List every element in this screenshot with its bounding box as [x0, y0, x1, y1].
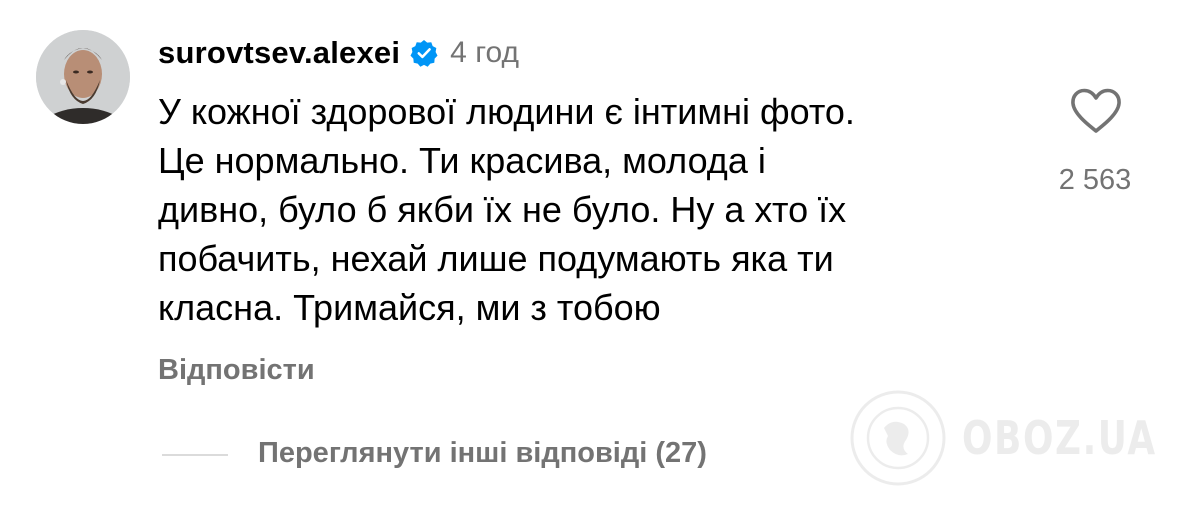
replies-divider	[162, 454, 228, 456]
heart-outline-icon	[1071, 88, 1121, 133]
comment-line: У кожної здорової людини є інтимні фото.	[158, 91, 855, 132]
like-button[interactable]	[1068, 86, 1124, 136]
reply-button[interactable]: Відповісти	[158, 354, 315, 387]
verified-badge-icon	[410, 39, 438, 67]
comment-line: побачить, нехай лише подумають яка ти	[158, 238, 834, 279]
comment-header: surovtsev.alexei 4 год	[158, 33, 519, 73]
comment-line: дивно, було б якби їх не було. Ну а хто …	[158, 189, 847, 230]
watermark: OBOZ.UA	[848, 388, 1179, 488]
comment-line: Це нормально. Ти красива, молода і	[158, 140, 766, 181]
comment-text: У кожної здорової людини є інтимні фото.…	[158, 87, 1038, 332]
globe-logo-icon	[850, 390, 946, 486]
username-link[interactable]: surovtsev.alexei	[158, 35, 400, 71]
avatar[interactable]	[36, 30, 130, 124]
like-count: 2 563	[1058, 164, 1132, 196]
watermark-text: OBOZ.UA	[962, 411, 1157, 465]
timestamp: 4 год	[450, 36, 520, 69]
avatar-photo	[36, 30, 130, 124]
view-more-replies-button[interactable]: Переглянути інші відповіді (27)	[258, 437, 707, 470]
comment-line: класна. Тримайся, ми з тобою	[158, 287, 661, 328]
